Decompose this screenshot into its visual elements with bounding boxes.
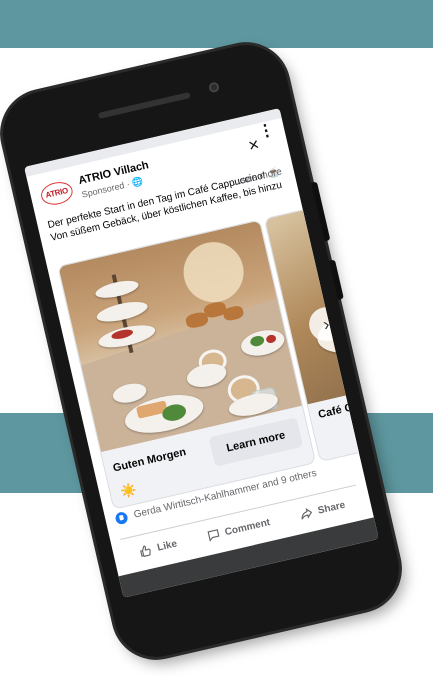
page-logo[interactable]: ATRIO <box>38 179 75 208</box>
globe-icon: 🌐 <box>130 175 145 189</box>
sun-icon: ☀️ <box>119 481 139 500</box>
front-camera <box>208 81 221 94</box>
share-icon <box>301 508 313 520</box>
share-label: Share <box>316 499 347 517</box>
teal-band-top <box>0 0 433 48</box>
phone-screen: ATRIO ATRIO Villach Sponsored · 🌐 × ⋮ De… <box>24 108 379 598</box>
like-label: Like <box>156 538 179 554</box>
more-options-icon[interactable]: ⋮ <box>257 121 276 141</box>
volume-button <box>311 181 331 242</box>
smartphone: ATRIO ATRIO Villach Sponsored · 🌐 × ⋮ De… <box>0 36 408 666</box>
comment-button[interactable]: Comment <box>205 515 272 543</box>
card-title: Guten Morgen <box>111 446 188 475</box>
comment-label: Comment <box>223 516 272 538</box>
carousel: Guten Morgen ☀️ Learn more Café Cappuc › <box>47 191 379 512</box>
power-button <box>329 259 344 300</box>
phone-speaker <box>97 91 191 119</box>
comment-icon <box>207 529 219 542</box>
like-button[interactable]: Like <box>137 537 178 559</box>
thumbs-up-icon <box>140 545 151 557</box>
share-button[interactable]: Share <box>298 498 347 522</box>
learn-more-button[interactable]: Learn more <box>208 417 304 467</box>
like-reaction-icon <box>114 510 129 526</box>
